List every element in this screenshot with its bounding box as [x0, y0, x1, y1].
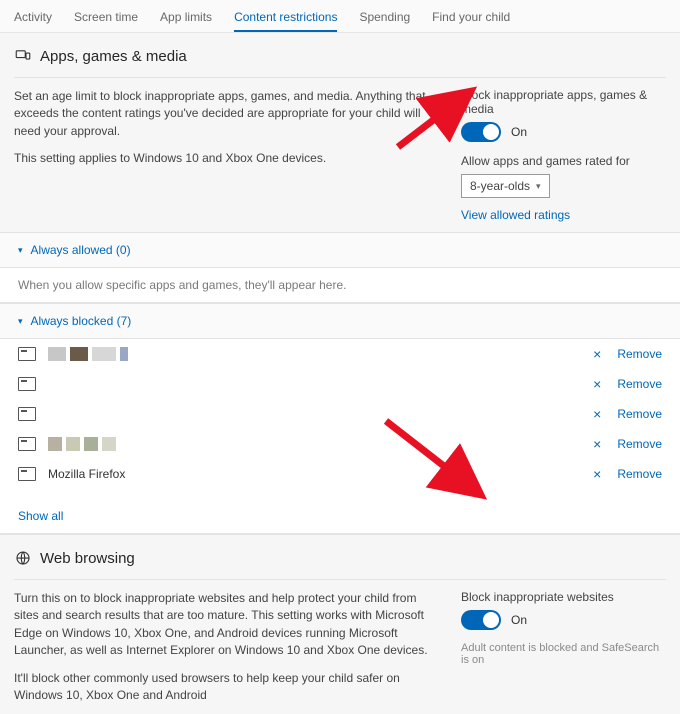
apps-section: Apps, games & media Set an age limit to …: [0, 33, 680, 232]
blocked-row: × Remove: [0, 429, 680, 459]
remove-link[interactable]: Remove: [617, 437, 662, 451]
remove-link[interactable]: Remove: [617, 407, 662, 421]
web-desc-1: Turn this on to block inappropriate webs…: [14, 590, 431, 660]
app-icon: [18, 437, 36, 451]
remove-icon[interactable]: ×: [589, 406, 605, 422]
block-apps-toggle-label: Block inappropriate apps, games & media: [461, 88, 666, 116]
apps-desc-2: This setting applies to Windows 10 and X…: [14, 150, 431, 167]
apps-desc-1: Set an age limit to block inappropriate …: [14, 88, 431, 140]
web-subnote: Adult content is blocked and SafeSearch …: [461, 642, 666, 666]
age-rating-label: Allow apps and games rated for: [461, 154, 666, 168]
app-icon: [18, 467, 36, 481]
block-web-toggle[interactable]: [461, 610, 501, 630]
blocked-app-name: Mozilla Firefox: [48, 467, 577, 481]
always-allowed-empty: When you allow specific apps and games, …: [0, 267, 680, 303]
view-allowed-ratings-link[interactable]: View allowed ratings: [461, 208, 570, 222]
block-apps-toggle-state: On: [511, 125, 527, 139]
web-section-title: Web browsing: [40, 550, 135, 567]
globe-icon: [14, 549, 32, 567]
remove-icon[interactable]: ×: [589, 346, 605, 362]
tab-find-your-child[interactable]: Find your child: [432, 6, 510, 32]
devices-icon: [14, 47, 32, 65]
always-allowed-expander[interactable]: ▾ Always allowed (0): [0, 232, 680, 267]
blocked-row: × Remove: [0, 399, 680, 429]
blocked-app-name: [48, 347, 577, 361]
remove-icon[interactable]: ×: [589, 466, 605, 482]
chevron-down-icon: ▾: [18, 245, 23, 256]
app-icon: [18, 347, 36, 361]
web-desc-2: It'll block other commonly used browsers…: [14, 670, 431, 705]
remove-link[interactable]: Remove: [617, 347, 662, 361]
always-allowed-label: Always allowed (0): [31, 243, 131, 257]
blocked-app-name: [48, 437, 577, 451]
app-icon: [18, 407, 36, 421]
chevron-down-icon: ▾: [536, 181, 541, 192]
remove-icon[interactable]: ×: [589, 376, 605, 392]
chevron-down-icon: ▾: [18, 316, 23, 327]
tab-app-limits[interactable]: App limits: [160, 6, 212, 32]
tabs-bar: Activity Screen time App limits Content …: [0, 0, 680, 33]
web-section: Web browsing Turn this on to block inapp…: [0, 534, 680, 714]
blocked-row: Mozilla Firefox × Remove: [0, 459, 680, 489]
tab-spending[interactable]: Spending: [359, 6, 410, 32]
tab-activity[interactable]: Activity: [14, 6, 52, 32]
always-blocked-label: Always blocked (7): [31, 314, 132, 328]
tab-content-restrictions[interactable]: Content restrictions: [234, 6, 337, 32]
app-icon: [18, 377, 36, 391]
remove-link[interactable]: Remove: [617, 467, 662, 481]
always-blocked-expander[interactable]: ▾ Always blocked (7): [0, 303, 680, 338]
block-web-toggle-state: On: [511, 613, 527, 627]
apps-section-title: Apps, games & media: [40, 48, 187, 65]
remove-icon[interactable]: ×: [589, 436, 605, 452]
blocked-row: × Remove: [0, 339, 680, 369]
block-web-toggle-label: Block inappropriate websites: [461, 590, 666, 604]
blocked-row: × Remove: [0, 369, 680, 399]
age-rating-value: 8-year-olds: [470, 179, 530, 193]
show-all-link[interactable]: Show all: [18, 509, 63, 523]
remove-link[interactable]: Remove: [617, 377, 662, 391]
age-rating-select[interactable]: 8-year-olds ▾: [461, 174, 550, 198]
block-apps-toggle[interactable]: [461, 122, 501, 142]
tab-screen-time[interactable]: Screen time: [74, 6, 138, 32]
blocked-list: × Remove × Remove × Remove × Remove Mozi…: [0, 338, 680, 534]
